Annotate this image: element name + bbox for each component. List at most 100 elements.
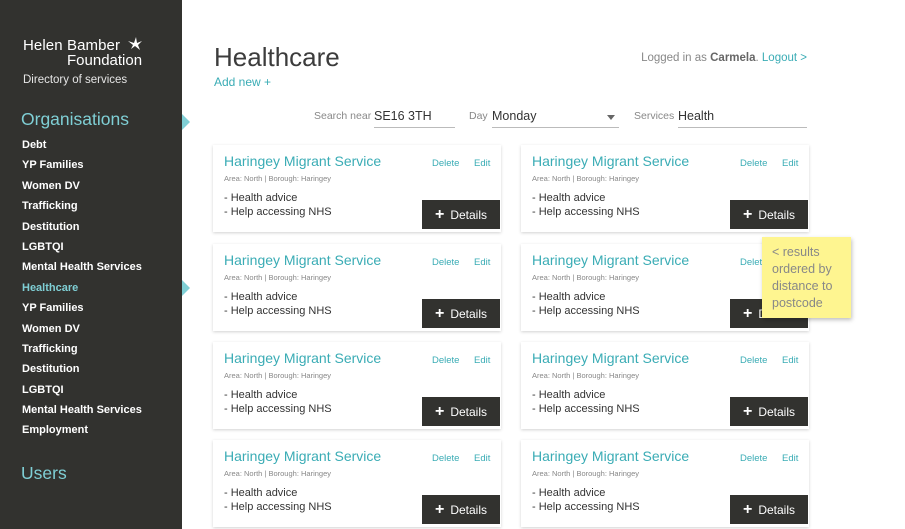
- card-area: Area: North | Borough: Haringey: [532, 273, 640, 282]
- service-card: Haringey Migrant Service Area: North | Bo…: [213, 244, 501, 331]
- details-label: Details: [450, 404, 488, 419]
- edit-link[interactable]: Edit: [782, 158, 798, 169]
- delete-link[interactable]: Delete: [740, 158, 767, 169]
- plus-icon: +: [742, 205, 753, 223]
- card-service: - Health advice: [224, 389, 298, 401]
- card-service: - Health advice: [532, 487, 606, 499]
- page-title: Healthcare: [214, 42, 340, 72]
- details-label: Details: [758, 404, 796, 419]
- edit-link[interactable]: Edit: [474, 355, 490, 366]
- card-service: - Health advice: [224, 192, 298, 204]
- card-title[interactable]: Haringey Migrant Service: [224, 252, 381, 268]
- card-title[interactable]: Haringey Migrant Service: [532, 448, 689, 464]
- card-service: - Help accessing NHS: [532, 305, 640, 317]
- sidebar-item[interactable]: LGBTQI: [22, 383, 142, 403]
- details-button[interactable]: + Details: [422, 397, 500, 426]
- card-title[interactable]: Haringey Migrant Service: [532, 350, 689, 366]
- delete-link[interactable]: Delete: [432, 453, 459, 464]
- sidebar-item[interactable]: Destitution: [22, 362, 142, 382]
- details-button[interactable]: + Details: [422, 495, 500, 524]
- service-card: Haringey Migrant Service Area: North | Bo…: [521, 440, 809, 527]
- sidebar-item[interactable]: Debt: [22, 138, 142, 158]
- edit-link[interactable]: Edit: [474, 257, 490, 268]
- card-service: - Help accessing NHS: [224, 403, 332, 415]
- card-title[interactable]: Haringey Migrant Service: [224, 153, 381, 169]
- card-title[interactable]: Haringey Migrant Service: [224, 448, 381, 464]
- service-card: Haringey Migrant Service Area: North | Bo…: [213, 145, 501, 232]
- edit-link[interactable]: Edit: [782, 355, 798, 366]
- delete-link[interactable]: Delete: [432, 158, 459, 169]
- card-area: Area: North | Borough: Haringey: [224, 469, 332, 478]
- sidebar-item[interactable]: Women DV: [22, 179, 142, 199]
- search-near-input[interactable]: SE16 3TH: [374, 108, 455, 128]
- sidebar-item[interactable]: Trafficking: [22, 199, 142, 219]
- card-service: - Help accessing NHS: [224, 206, 332, 218]
- service-card: Haringey Migrant Service Area: North | Bo…: [521, 342, 809, 429]
- card-service: - Health advice: [532, 389, 606, 401]
- user-name: Carmela: [710, 52, 756, 64]
- delete-link[interactable]: Delete: [432, 355, 459, 366]
- details-label: Details: [450, 502, 488, 517]
- details-button[interactable]: + Details: [730, 495, 808, 524]
- active-item-pointer-icon: [182, 280, 190, 296]
- sidebar-item[interactable]: Destitution: [22, 220, 142, 240]
- edit-link[interactable]: Edit: [782, 453, 798, 464]
- details-button[interactable]: + Details: [422, 299, 500, 328]
- delete-link[interactable]: Delete: [432, 257, 459, 268]
- services-value: Health: [678, 109, 715, 123]
- details-button[interactable]: + Details: [730, 200, 808, 229]
- card-service: - Help accessing NHS: [532, 206, 640, 218]
- plus-icon: +: [434, 304, 445, 322]
- edit-link[interactable]: Edit: [474, 158, 490, 169]
- logo[interactable]: Helen Bamber Foundation: [23, 37, 142, 69]
- card-service: - Help accessing NHS: [224, 305, 332, 317]
- card-area: Area: North | Borough: Haringey: [532, 371, 640, 380]
- plus-icon: +: [742, 500, 753, 518]
- sidebar-item[interactable]: Mental Health Services: [22, 260, 142, 280]
- card-service: - Health advice: [224, 291, 298, 303]
- sidebar-item[interactable]: Employment: [22, 423, 142, 443]
- card-service: - Health advice: [532, 291, 606, 303]
- card-area: Area: North | Borough: Haringey: [224, 174, 332, 183]
- sticky-note: < results ordered by distance to postcod…: [762, 237, 851, 318]
- add-new-link[interactable]: Add new +: [214, 75, 271, 89]
- details-label: Details: [450, 306, 488, 321]
- service-card: Haringey Migrant Service Area: North | Bo…: [213, 440, 501, 527]
- sidebar-item[interactable]: Trafficking: [22, 342, 142, 362]
- day-select[interactable]: Monday: [492, 108, 619, 128]
- delete-link[interactable]: Delete: [740, 355, 767, 366]
- card-title[interactable]: Haringey Migrant Service: [532, 252, 689, 268]
- sidebar-item[interactable]: Mental Health Services: [22, 403, 142, 423]
- card-service: - Health advice: [224, 487, 298, 499]
- sidebar-item[interactable]: Healthcare: [22, 281, 142, 301]
- services-input[interactable]: Health: [678, 108, 807, 128]
- card-title[interactable]: Haringey Migrant Service: [224, 350, 381, 366]
- login-status: Logged in as Carmela. Logout >: [641, 52, 807, 64]
- logged-in-prefix: Logged in as: [641, 52, 711, 64]
- delete-link[interactable]: Delete: [740, 453, 767, 464]
- directory-subtitle: Directory of services: [23, 74, 128, 86]
- sidebar-item[interactable]: YP Families: [22, 301, 142, 321]
- sidebar-item[interactable]: LGBTQI: [22, 240, 142, 260]
- users-heading[interactable]: Users: [21, 463, 67, 484]
- details-button[interactable]: + Details: [730, 397, 808, 426]
- bird-icon: [128, 37, 142, 50]
- sidebar: Helen Bamber Foundation Directory of ser…: [0, 0, 182, 529]
- edit-link[interactable]: Edit: [474, 453, 490, 464]
- card-title[interactable]: Haringey Migrant Service: [532, 153, 689, 169]
- day-value: Monday: [492, 109, 537, 123]
- card-service: - Help accessing NHS: [224, 501, 332, 513]
- details-button[interactable]: + Details: [422, 200, 500, 229]
- caret-down-icon: [607, 115, 615, 120]
- sidebar-item[interactable]: YP Families: [22, 158, 142, 178]
- day-label: Day: [469, 110, 488, 122]
- plus-icon: +: [742, 304, 753, 322]
- sidebar-item[interactable]: Women DV: [22, 322, 142, 342]
- plus-icon: +: [434, 402, 445, 420]
- logout-link[interactable]: Logout >: [762, 52, 807, 64]
- organisations-heading[interactable]: Organisations: [21, 109, 129, 130]
- plus-icon: +: [434, 205, 445, 223]
- services-label: Services: [634, 110, 675, 122]
- details-label: Details: [758, 207, 796, 222]
- card-service: - Health advice: [532, 192, 606, 204]
